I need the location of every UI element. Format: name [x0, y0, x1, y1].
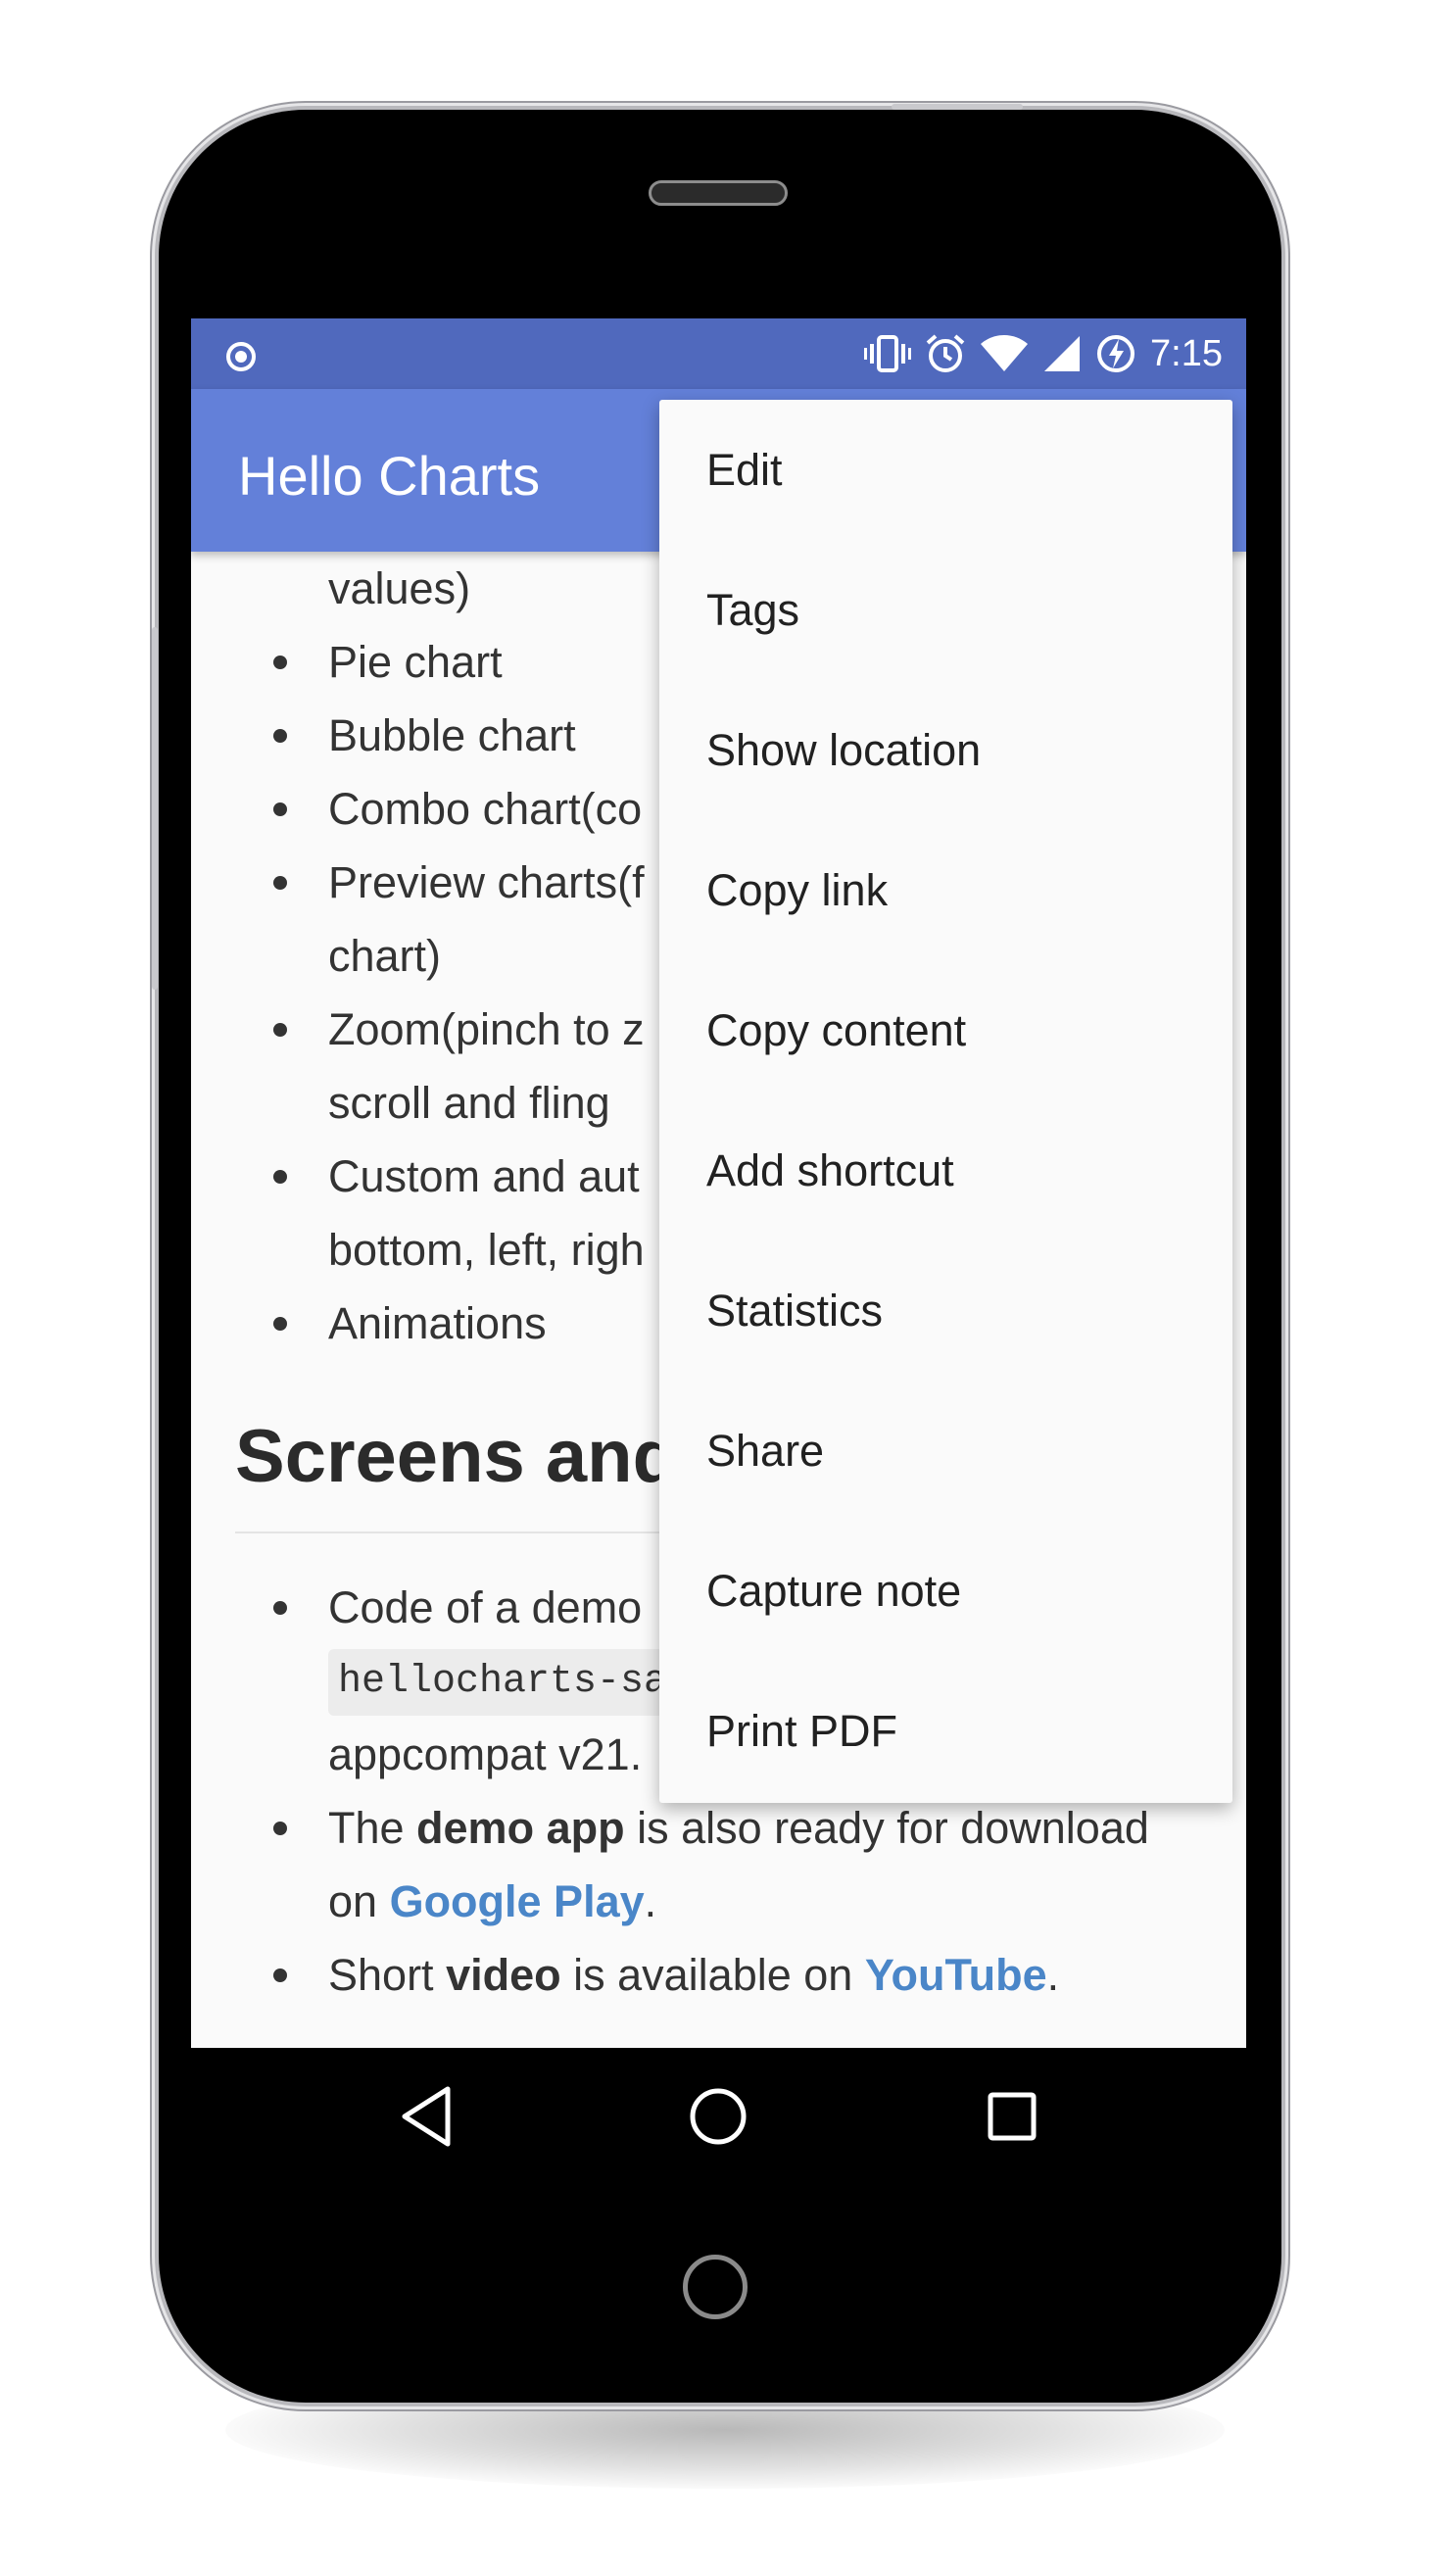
list-item: scroll and fling: [328, 1078, 610, 1128]
menu-item-share[interactable]: Share: [659, 1381, 1232, 1521]
list-item: Pie chart: [273, 625, 503, 699]
notification-dot-icon: [224, 340, 258, 378]
menu-item-add-shortcut[interactable]: Add shortcut: [659, 1100, 1232, 1240]
list-item: on Google Play.: [328, 1876, 657, 1926]
menu-item-tags[interactable]: Tags: [659, 540, 1232, 680]
youtube-link[interactable]: YouTube: [865, 1950, 1047, 2000]
earpiece-speaker: [649, 180, 788, 206]
list-item: Bubble chart: [273, 699, 576, 772]
vibrate-icon: [864, 334, 912, 373]
battery-charging-icon: [1095, 333, 1136, 374]
list-item: Preview charts(f: [273, 846, 645, 919]
cell-signal-icon: [1042, 334, 1082, 373]
list-item: Animations: [273, 1287, 547, 1360]
home-icon[interactable]: [687, 2083, 749, 2155]
navigation-bar: [191, 2048, 1246, 2192]
power-button: [892, 104, 1023, 110]
list-item: chart): [328, 931, 442, 981]
list-item: appcompat v21.: [328, 1729, 643, 1779]
app-title: Hello Charts: [238, 445, 541, 507]
section-heading: Screens and: [235, 1415, 678, 1498]
google-play-link[interactable]: Google Play: [390, 1876, 645, 1926]
status-bar: 7:15: [191, 318, 1246, 389]
menu-item-capture-note[interactable]: Capture note: [659, 1521, 1232, 1661]
overflow-menu: Edit Tags Show location Copy link Copy c…: [659, 400, 1232, 1803]
menu-item-copy-link[interactable]: Copy link: [659, 820, 1232, 960]
volume-button: [152, 627, 158, 990]
recents-icon[interactable]: [983, 2083, 1041, 2155]
list-item: Zoom(pinch to z: [273, 993, 645, 1066]
list-item: Combo chart(co: [273, 772, 642, 846]
menu-item-print-pdf[interactable]: Print PDF: [659, 1661, 1232, 1801]
list-item: Short video is available on YouTube.: [273, 1938, 1059, 2012]
list-item: bottom, left, righ: [328, 1225, 645, 1275]
status-time: 7:15: [1150, 332, 1223, 374]
alarm-icon: [925, 333, 966, 374]
menu-item-show-location[interactable]: Show location: [659, 680, 1232, 820]
status-icons: 7:15: [864, 318, 1223, 389]
menu-item-edit[interactable]: Edit: [659, 400, 1232, 540]
menu-item-statistics[interactable]: Statistics: [659, 1240, 1232, 1381]
list-item: values): [328, 563, 471, 613]
list-item: Custom and aut: [273, 1140, 640, 1213]
back-icon[interactable]: [397, 2083, 456, 2155]
physical-home-button[interactable]: [683, 2255, 748, 2319]
list-item: Code of a demo: [273, 1571, 642, 1644]
menu-item-copy-content[interactable]: Copy content: [659, 960, 1232, 1100]
wifi-icon: [980, 334, 1029, 373]
